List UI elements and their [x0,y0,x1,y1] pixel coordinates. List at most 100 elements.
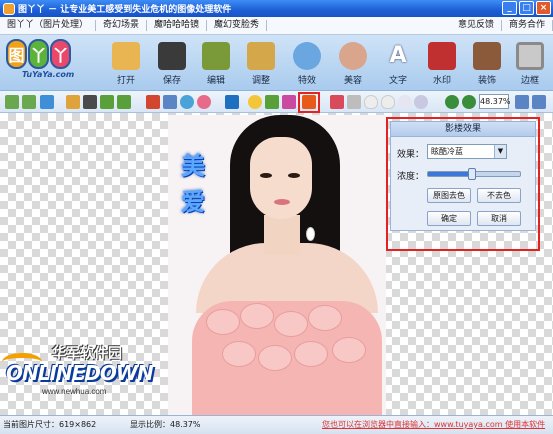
slider-fill [428,172,473,176]
text-tool-icon[interactable] [225,95,239,109]
ruffle [294,341,328,367]
fit-window-icon[interactable] [515,95,529,109]
drop-icon[interactable] [364,95,378,109]
chevron-down-icon[interactable]: ▼ [494,145,506,158]
zoom-out-icon[interactable] [462,95,476,109]
zoom-in-icon[interactable] [445,95,459,109]
watermark-cn: 华军软件园 [52,346,122,362]
app-icon [3,2,15,15]
stamp-icon[interactable] [347,95,361,109]
menu-item-fantasy-scene[interactable]: 奇幻场景 [96,20,148,31]
toolbar-effects-button[interactable]: 特效 [287,38,327,90]
toolbar-save-button[interactable]: 保存 [152,38,192,90]
zoom-field[interactable]: 48.37% [479,94,511,109]
ruffle [274,311,308,337]
color-wheel-icon[interactable] [197,95,211,109]
actual-size-icon[interactable] [532,95,546,109]
intensity-slider[interactable] [427,168,521,180]
window-controls: _ □ × [502,1,551,15]
magic-icon[interactable] [282,95,296,109]
toolbar-beauty-button[interactable]: 美容 [333,38,373,90]
redo-icon[interactable] [22,95,36,109]
flip-icon[interactable] [100,95,114,109]
close-button[interactable]: × [536,1,551,15]
toolbar-label: 边框 [520,76,539,86]
toolbar-label: 水印 [432,76,451,86]
menu-right-group: 意见反馈 商务合作 [451,20,553,31]
color-palette-icon[interactable] [146,95,160,109]
secondary-toolbar: 48.37% [0,91,553,113]
no-desaturate-button[interactable]: 不去色 [477,188,521,203]
toolbar-adjust-button[interactable]: 调整 [241,38,281,90]
toolbar-label: 保存 [162,76,181,86]
disc-icon[interactable] [414,95,428,109]
eye-shape [288,173,300,178]
minimize-button[interactable]: _ [502,1,517,15]
toolbar-text-button[interactable]: A 文字 [378,38,418,90]
brush-icon[interactable] [330,95,344,109]
ruffle [240,303,274,329]
slider-thumb[interactable] [468,168,477,180]
face-shape [250,137,312,219]
toolbar-watermark-button[interactable]: 水印 [422,38,462,90]
menu-bar: 图丫丫（图片处理） 奇幻场景 魔哈哈哈镜 魔幻变脸秀 意见反馈 商务合作 [0,17,553,35]
floppy-disk-icon [158,42,186,70]
text-letter-icon: A [389,43,407,68]
status-bar: 当前图片尺寸：619×862 显示比例：48.37% 您也可以在浏览器中直接输入… [0,415,553,434]
lips-shape [274,199,290,205]
edit-picture-icon [202,42,230,70]
maximize-button[interactable]: □ [519,1,534,15]
logo-letter: 丫 [50,39,71,69]
logo-letter: 图 [6,39,27,69]
main-toolbar: 图 丫 丫 TuYaYa.com 打开 保存 编辑 调整 特效 美容 A 文字 … [0,35,553,91]
refresh-icon[interactable] [40,95,54,109]
effect-value: 眩酷冷蓝 [431,147,463,156]
studio-effect-panel: 影楼效果 效果： 眩酷冷蓝 ▼ 浓度： 原图去色 不去色 确定 取消 [390,121,536,231]
menu-item-face-morph[interactable]: 魔幻变脸秀 [207,20,268,31]
watermark-logo: ONLINEDOWN [6,361,154,385]
menu-item-feedback[interactable]: 意见反馈 [451,20,502,31]
toolbar-open-button[interactable]: 打开 [106,38,146,90]
earring-shape [306,227,315,241]
toolbar-label: 文字 [388,76,407,86]
toolbar-label: 装饰 [477,76,496,86]
web-tip-link[interactable]: 您也可以在浏览器中直接输入：www.tuyaya.com 使用本软件 [322,416,545,434]
undo-icon[interactable] [5,95,19,109]
green-frame-icon[interactable] [265,95,279,109]
menu-item-business[interactable]: 商务合作 [502,20,553,31]
neck-shape [264,215,300,255]
image-size-text: 当前图片尺寸：619×862 [3,420,97,429]
toolbar-label: 美容 [343,76,362,86]
menu-item-funhouse-mirror[interactable]: 魔哈哈哈镜 [147,20,208,31]
forward-arrow-icon[interactable] [117,95,131,109]
decor-char: 爱 [181,188,205,216]
photo-decor-text: 美 爱 [176,151,212,217]
effect-select[interactable]: 眩酷冷蓝 ▼ [427,144,507,159]
sharpen-icon[interactable] [180,95,194,109]
display-scale-text: 显示比例：48.37% [130,420,201,429]
toolbar-border-button[interactable]: 边框 [510,38,550,90]
toolbar-edit-button[interactable]: 编辑 [196,38,236,90]
dress-shape [192,301,382,415]
crop-icon[interactable] [83,95,97,109]
ruffle [332,337,366,363]
panel-title: 影楼效果 [391,122,535,137]
toolbar-label: 编辑 [206,76,225,86]
rotate-icon[interactable] [66,95,80,109]
toolbar-label: 打开 [116,76,135,86]
toolbar-label: 调整 [251,76,270,86]
toolbar-decoration-button[interactable]: 装饰 [467,38,507,90]
ok-button[interactable]: 确定 [427,211,471,226]
desaturate-button[interactable]: 原图去色 [427,188,471,203]
decoration-frame-icon [473,42,501,70]
selected-tool-highlight [298,92,320,113]
site-watermark: 华军软件园 ONLINEDOWN www.newhua.com [2,343,162,411]
cancel-button[interactable]: 取消 [477,211,521,226]
tuyaya-logo: 图 丫 丫 TuYaYa.com [6,39,98,87]
sphere-icon[interactable] [398,95,412,109]
picture-icon[interactable] [163,95,177,109]
ruffle [308,305,342,331]
bulb-icon[interactable] [248,95,262,109]
drop-alt-icon[interactable] [381,95,395,109]
menu-item-tuyaya[interactable]: 图丫丫（图片处理） [0,20,97,31]
